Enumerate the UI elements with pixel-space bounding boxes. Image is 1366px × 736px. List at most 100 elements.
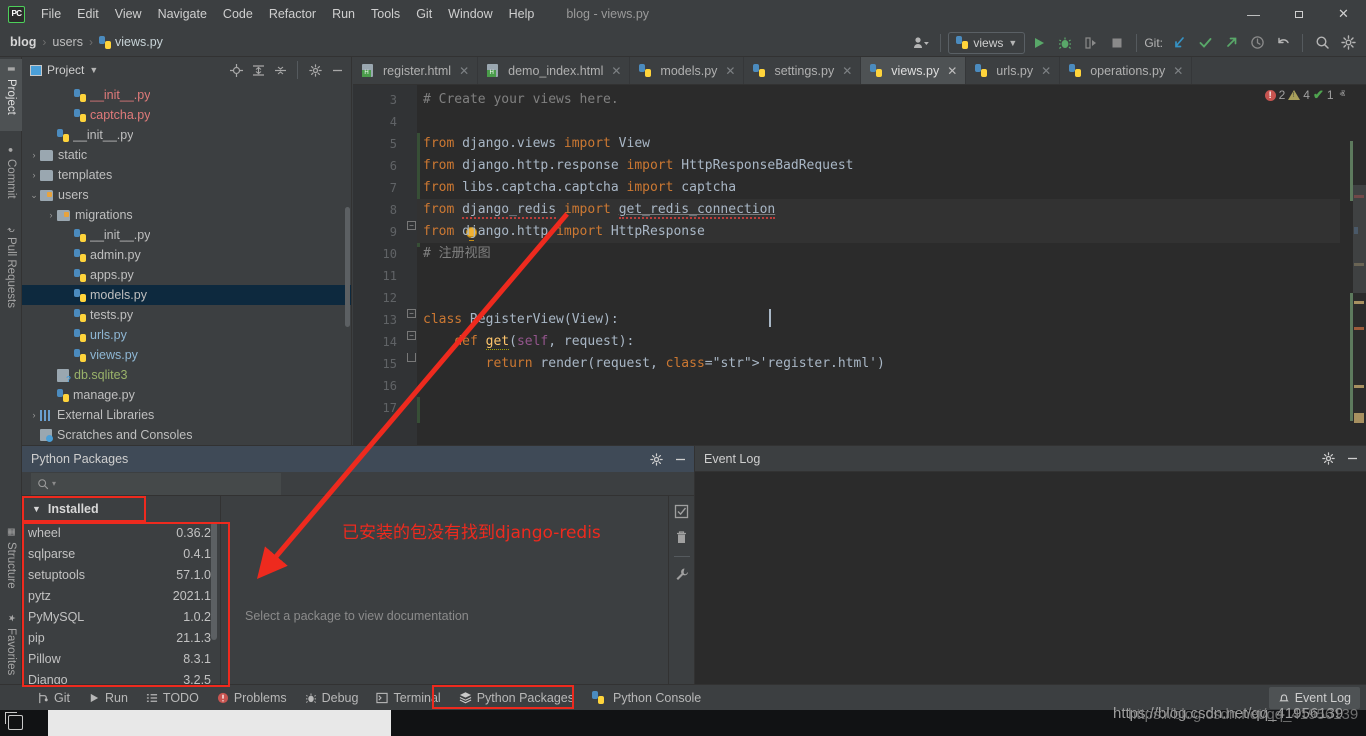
menu-help[interactable]: Help [501, 3, 543, 25]
fold-mark-class[interactable]: − [407, 309, 416, 318]
code-line[interactable] [423, 397, 1340, 419]
sidebar-item-favorites[interactable]: ★ Favorites [0, 608, 22, 686]
code-folding-column[interactable]: − − − [405, 85, 417, 445]
tree-item[interactable]: __init__.py [22, 85, 351, 105]
install-checkbox-icon[interactable] [674, 504, 690, 520]
code-line[interactable]: from django.http import HttpResponse [423, 221, 1340, 243]
package-row[interactable]: pytz 2021.1 [22, 585, 219, 606]
package-row[interactable]: setuptools 57.1.0 [22, 564, 219, 585]
locate-file-button[interactable] [226, 60, 246, 80]
tree-item[interactable]: models.py [22, 285, 351, 305]
project-tree[interactable]: __init__.py captcha.py __init__.py › static ›… [22, 83, 351, 445]
menu-tools[interactable]: Tools [363, 3, 408, 25]
sidebar-item-structure[interactable]: ▦ Structure [0, 522, 22, 602]
run-coverage-button[interactable] [1079, 31, 1103, 55]
tree-expand-arrow[interactable]: › [28, 170, 40, 180]
package-row[interactable]: pip 21.1.3 [22, 627, 219, 648]
tree-item[interactable]: manage.py [22, 385, 351, 405]
tree-item[interactable]: tests.py [22, 305, 351, 325]
sidebar-item-project[interactable]: ▮ Project [0, 59, 22, 131]
package-row[interactable]: wheel 0.36.2 [22, 522, 219, 543]
tree-expand-arrow[interactable]: › [28, 150, 40, 160]
git-update-button[interactable] [1167, 31, 1191, 55]
settings-wrench-icon[interactable] [674, 567, 690, 583]
python-packages-settings-button[interactable] [646, 449, 666, 469]
editor-tab-operations-py[interactable]: operations.py ✕ [1060, 57, 1192, 84]
menu-code[interactable]: Code [215, 3, 261, 25]
close-tab-icon[interactable]: ✕ [725, 64, 735, 78]
breadcrumb-folder[interactable]: users [52, 35, 83, 49]
project-panel-title-group[interactable]: Project ▼ [30, 63, 98, 77]
tree-item[interactable]: apps.py [22, 265, 351, 285]
code-line[interactable]: # Create your views here. [423, 89, 1340, 111]
editor-marker-bar[interactable] [1348, 85, 1366, 445]
tree-item[interactable]: ⌄ users [22, 185, 351, 205]
tree-item[interactable]: db.sqlite3 [22, 365, 351, 385]
close-tab-icon[interactable]: ✕ [1041, 64, 1051, 78]
delete-trash-icon[interactable] [674, 530, 690, 546]
status-item-problems[interactable]: Problems [208, 685, 296, 711]
code-line[interactable]: from django.views import View [423, 133, 1340, 155]
breadcrumb-file[interactable]: views.py [115, 35, 163, 49]
taskbar-active-window[interactable] [48, 710, 391, 736]
debug-button[interactable] [1053, 31, 1077, 55]
menu-file[interactable]: File [33, 3, 69, 25]
status-item-run[interactable]: Run [79, 685, 137, 711]
tree-item[interactable]: __init__.py [22, 225, 351, 245]
menu-view[interactable]: View [107, 3, 150, 25]
code-line[interactable]: # 注册视图 [423, 243, 1340, 265]
settings-button[interactable] [1336, 31, 1360, 55]
code-line[interactable] [423, 111, 1340, 133]
expand-all-button[interactable] [248, 60, 268, 80]
python-packages-hide-button[interactable] [670, 449, 690, 469]
event-log-settings-button[interactable] [1318, 449, 1338, 469]
menu-window[interactable]: Window [440, 3, 500, 25]
menu-git[interactable]: Git [408, 3, 440, 25]
code-line[interactable]: class RegisterView(View): [423, 309, 1340, 331]
tree-expand-arrow[interactable]: ⌄ [28, 190, 40, 201]
menu-run[interactable]: Run [324, 3, 363, 25]
editor-tab-urls-py[interactable]: urls.py ✕ [966, 57, 1060, 84]
run-configuration-selector[interactable]: views ▼ [948, 32, 1025, 54]
tree-expand-arrow[interactable]: › [28, 410, 40, 420]
tree-item[interactable]: admin.py [22, 245, 351, 265]
editor-scrollbar-thumb[interactable] [1353, 185, 1366, 293]
code-line[interactable]: from django.http.response import HttpRes… [423, 155, 1340, 177]
status-item-git[interactable]: Git [28, 685, 79, 711]
fold-mark-method[interactable]: − [407, 331, 416, 340]
package-row[interactable]: Pillow 8.3.1 [22, 648, 219, 669]
stop-button[interactable] [1105, 31, 1129, 55]
close-tab-icon[interactable]: ✕ [1173, 64, 1183, 78]
menu-navigate[interactable]: Navigate [150, 3, 215, 25]
tree-item[interactable]: › templates [22, 165, 351, 185]
editor-tab-models-py[interactable]: models.py ✕ [630, 57, 744, 84]
package-row[interactable]: sqlparse 0.4.1 [22, 543, 219, 564]
code-line[interactable]: from libs.captcha.captcha import captcha [423, 177, 1340, 199]
tree-item[interactable]: captcha.py [22, 105, 351, 125]
code-editor[interactable]: 3 4 5 6 7 8 9 10 11 12 13 14 15 16 17 − − − # Create y… [353, 85, 1366, 445]
inspection-widget[interactable]: ! 2 4 ✔ 1 ⱏ ⱟ [1265, 87, 1348, 103]
sidebar-item-pull-requests[interactable]: ↷ Pull Requests [0, 219, 22, 325]
status-item-debug[interactable]: Debug [296, 685, 368, 711]
code-line[interactable] [423, 265, 1340, 287]
status-item-terminal[interactable]: Terminal [367, 685, 449, 711]
user-profile-icon[interactable] [909, 31, 933, 55]
project-tree-scrollbar[interactable] [345, 207, 350, 327]
tree-expand-arrow[interactable]: › [45, 210, 57, 220]
status-item-python-console[interactable]: Python Console [583, 685, 710, 711]
code-line[interactable]: return render(request, class="str">'regi… [423, 353, 1340, 375]
breadcrumb-project[interactable]: blog [10, 35, 36, 49]
source-code[interactable]: # Create your views here. from django.vi… [423, 89, 1340, 445]
rollback-button[interactable] [1271, 31, 1295, 55]
task-view-icon[interactable] [8, 715, 23, 730]
close-tab-icon[interactable]: ✕ [459, 64, 469, 78]
project-settings-button[interactable] [305, 60, 325, 80]
close-tab-icon[interactable]: ✕ [842, 64, 852, 78]
tree-item[interactable]: views.py [22, 345, 351, 365]
status-item-python-packages[interactable]: Python Packages [450, 685, 583, 711]
search-everywhere-button[interactable] [1310, 31, 1334, 55]
code-line[interactable]: def get(self, request): [423, 331, 1340, 353]
editor-tab-settings-py[interactable]: settings.py ✕ [744, 57, 861, 84]
installed-group-header[interactable]: ▼ Installed [22, 496, 219, 522]
menu-refactor[interactable]: Refactor [261, 3, 324, 25]
